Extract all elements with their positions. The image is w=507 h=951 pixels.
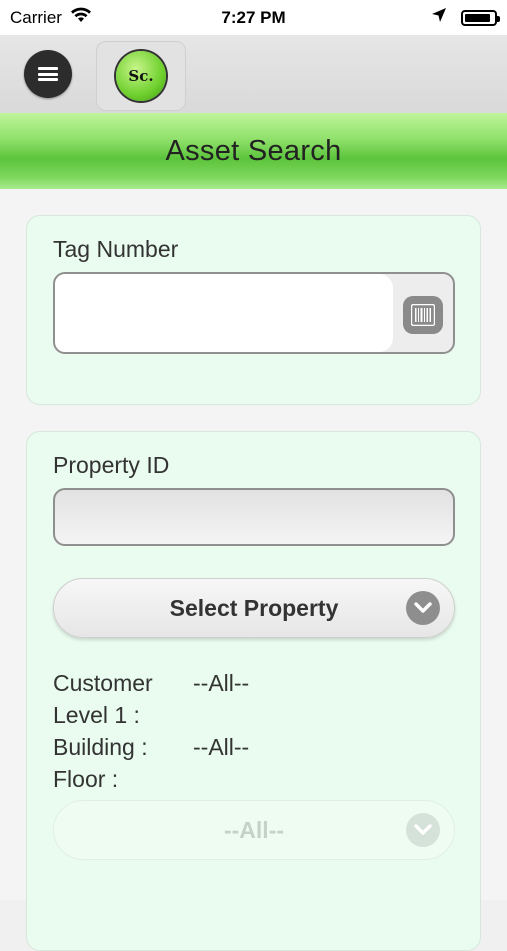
- customer-label: Customer: [53, 670, 153, 696]
- logo-button[interactable]: Sc.: [96, 41, 186, 111]
- level1-label: Level 1 :: [53, 702, 140, 728]
- status-left: Carrier: [0, 7, 92, 28]
- tag-number-input[interactable]: [55, 274, 393, 352]
- floor-select-label: --All--: [223, 816, 285, 843]
- logo-text: Sc.: [128, 67, 154, 85]
- status-bar: Carrier 7:27 PM: [0, 0, 507, 35]
- page-title: Asset Search: [165, 134, 342, 167]
- tag-number-card: Tag Number: [26, 215, 481, 405]
- main-content: Tag Number Property ID Select Property C…: [0, 189, 507, 951]
- battery-icon: [461, 9, 500, 26]
- title-bar: Asset Search: [0, 113, 507, 189]
- select-property-label: Select Property: [169, 594, 339, 621]
- building-label: Building :: [53, 734, 148, 760]
- battery-fill: [465, 13, 491, 22]
- status-right: [431, 7, 507, 28]
- floor-label: Floor :: [53, 766, 119, 792]
- property-id-input[interactable]: [53, 488, 455, 546]
- select-property-button[interactable]: Select Property: [53, 578, 455, 638]
- chevron-down-icon: [406, 591, 440, 625]
- barcode-scan-button[interactable]: [403, 296, 443, 334]
- location-arrow-icon: [431, 7, 447, 28]
- top-toolbar: Sc.: [0, 35, 507, 113]
- building-value: --All--: [193, 734, 250, 760]
- property-card: Property ID Select Property Customer --A…: [26, 431, 481, 951]
- tag-number-input-group: [53, 272, 455, 354]
- customer-value: --All--: [193, 670, 250, 696]
- menu-button[interactable]: [24, 50, 72, 98]
- floor-select[interactable]: --All--: [53, 800, 455, 860]
- barcode-icon: [411, 304, 435, 326]
- app-logo: Sc.: [116, 51, 166, 101]
- tag-number-label: Tag Number: [53, 236, 179, 262]
- wifi-icon: [70, 7, 92, 28]
- property-id-label: Property ID: [53, 452, 170, 478]
- hamburger-menu-icon: [38, 67, 58, 81]
- chevron-down-icon: [406, 813, 440, 847]
- carrier-label: Carrier: [10, 7, 62, 27]
